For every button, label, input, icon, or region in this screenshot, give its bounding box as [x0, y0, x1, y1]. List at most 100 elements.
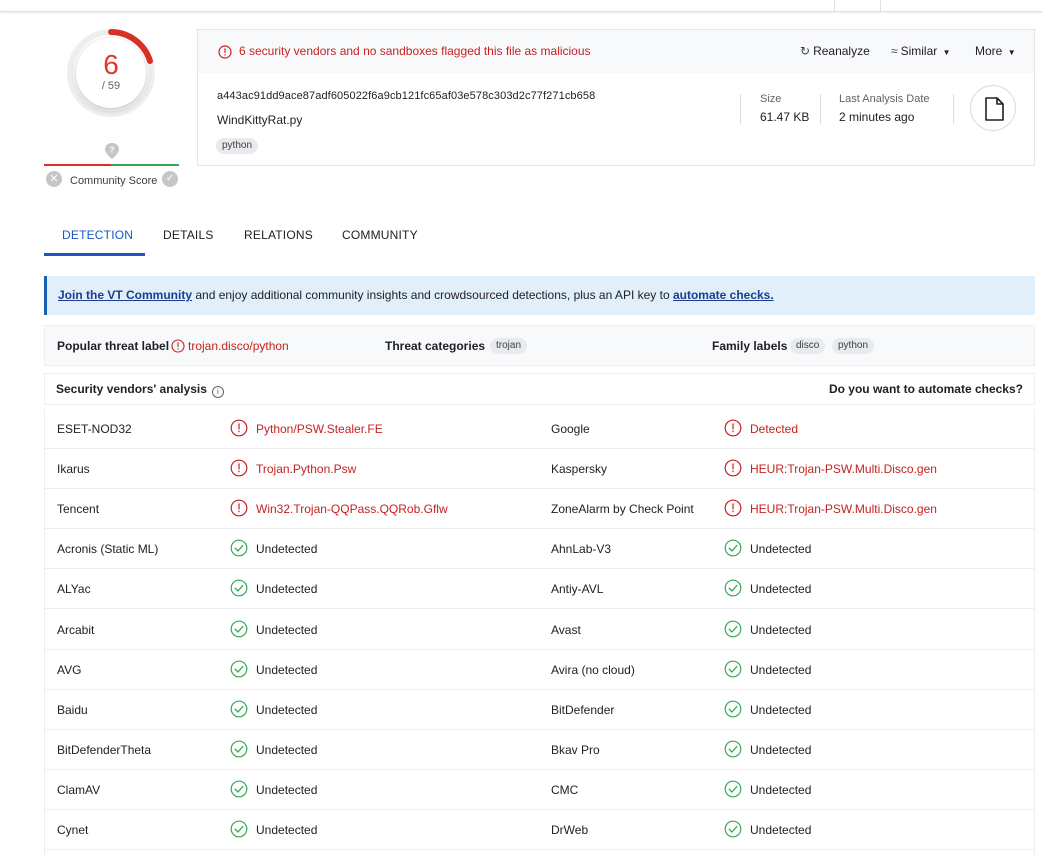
- vendor-name: Ikarus: [57, 462, 90, 477]
- check-circle-icon: [724, 539, 742, 557]
- tab-detection[interactable]: DETECTION: [62, 228, 133, 242]
- vendor-name: BitDefender: [551, 702, 615, 717]
- family-labels-label: Family labels: [712, 339, 788, 353]
- threat-category-tag[interactable]: trojan: [490, 338, 528, 354]
- undetected-result: Undetected: [750, 823, 812, 837]
- chevron-down-icon: ▼: [942, 48, 951, 57]
- vendors-analysis-label: Security vendors' analysis: [56, 382, 207, 396]
- vendor-row: Baidu Undetected BitDefender Undetected: [45, 690, 1034, 730]
- vendor-row: AVG Undetected Avira (no cloud) Undetect…: [45, 650, 1034, 690]
- divider: [740, 94, 741, 124]
- file-type-tag[interactable]: python: [216, 138, 259, 154]
- engines-total: / 59: [101, 80, 121, 92]
- undetected-result: Undetected: [256, 823, 318, 837]
- question-location-icon: ?: [105, 143, 119, 159]
- detection-result[interactable]: Trojan.Python.Psw: [256, 462, 356, 476]
- vendor-row: Acronis (Static ML) Undetected AhnLab-V3…: [45, 529, 1034, 570]
- size-label: Size: [760, 93, 782, 105]
- detection-result[interactable]: HEUR:Trojan-PSW.Multi.Disco.gen: [750, 502, 937, 516]
- popular-threat-value[interactable]: trojan.disco/python: [188, 339, 289, 353]
- vendor-name: DrWeb: [551, 823, 589, 837]
- vendor-name: Avast: [551, 622, 581, 637]
- undetected-result: Undetected: [256, 782, 318, 797]
- check-circle-icon: [230, 579, 248, 597]
- vendor-name: Tencent: [57, 502, 100, 517]
- vendor-name: Arcabit: [57, 622, 95, 637]
- join-community-link[interactable]: Join the VT Community: [58, 288, 192, 302]
- file-summary-card: 6 security vendors and no sandboxes flag…: [197, 29, 1035, 166]
- vendor-row: BitDefenderTheta Undetected Bkav Pro Und…: [45, 730, 1034, 770]
- info-icon[interactable]: i: [211, 386, 224, 398]
- family-tag[interactable]: disco: [790, 338, 826, 354]
- vendors-header: Security vendors' analysis i Do you want …: [44, 373, 1035, 405]
- vendor-name: CMC: [551, 782, 579, 797]
- check-circle-icon: [230, 660, 248, 677]
- file-type-icon: [970, 85, 1016, 131]
- vendor-name: BitDefenderTheta: [57, 742, 152, 757]
- score-center: 6 / 59: [76, 38, 146, 108]
- vendor-name: Antiy-AVL: [551, 582, 604, 597]
- last-analysis-value: 2 minutes ago: [839, 110, 915, 124]
- alert-circle-icon: [724, 419, 742, 437]
- tab-relations[interactable]: RELATIONS: [244, 228, 313, 242]
- threat-categories-label: Threat categories: [385, 339, 486, 353]
- vendor-name: ALYac: [57, 582, 91, 597]
- automate-checks-link[interactable]: automate checks.: [673, 288, 774, 302]
- similar-icon: ≈: [891, 44, 898, 58]
- file-hash[interactable]: a443ac91dd9ace87adf605022f6a9cb121fc65af…: [217, 90, 595, 102]
- detections-count: 6: [103, 49, 119, 80]
- similar-button[interactable]: ≈ Similar ▼: [891, 44, 951, 58]
- check-circle-icon: [724, 620, 742, 637]
- alert-circle-icon: [218, 45, 232, 59]
- file-name: WindKittyRat.py: [217, 113, 303, 127]
- community-banner: Join the VT Community and enjoy addition…: [44, 276, 1035, 315]
- similar-label: Similar: [900, 44, 938, 58]
- refresh-icon: ↻: [800, 44, 811, 58]
- check-circle-icon: [724, 740, 742, 758]
- check-circle-icon: [230, 780, 248, 798]
- detection-score-gauge: 6 / 59: [66, 28, 156, 118]
- alert-circle-icon: [230, 419, 248, 437]
- vendor-row: ALYac Undetected Antiy-AVL Undetected: [45, 569, 1034, 610]
- undetected-result: Undetected: [750, 742, 812, 757]
- reanalyze-button[interactable]: ↻ Reanalyze: [800, 44, 870, 58]
- community-score-bar: [44, 164, 179, 167]
- vendors-table: ESET-NOD32 Python/PSW.Stealer.FE Google …: [44, 409, 1035, 857]
- vendor-name: ZoneAlarm by Check Point: [551, 502, 694, 517]
- check-circle-icon: [724, 780, 742, 798]
- check-circle-icon: [724, 700, 742, 718]
- more-button[interactable]: More ▼: [975, 44, 1016, 58]
- detection-result[interactable]: Python/PSW.Stealer.FE: [256, 422, 383, 436]
- vendor-name: Kaspersky: [551, 462, 608, 477]
- detection-result[interactable]: Detected: [750, 422, 798, 436]
- active-tab-indicator: [44, 253, 145, 256]
- top-tab-stub[interactable]: [834, 0, 881, 12]
- last-analysis-label: Last Analysis Date: [839, 93, 930, 105]
- vendor-row: ClamAV Undetected CMC Undetected: [45, 770, 1034, 810]
- vendor-row: Cynet Undetected DrWeb Undetected: [45, 810, 1034, 850]
- vendor-row: Tencent Win32.Trojan-QQPass.QQRob.Gflw Z…: [45, 489, 1034, 530]
- vote-harmless-icon[interactable]: ✓: [162, 171, 178, 187]
- vendors-analysis-title: Security vendors' analysis i: [56, 382, 224, 398]
- banner-body: and enjoy additional community insights …: [192, 288, 673, 302]
- undetected-result: Undetected: [256, 742, 318, 757]
- check-circle-icon: [230, 700, 248, 718]
- alert-circle-icon: [230, 499, 248, 517]
- detection-result[interactable]: Win32.Trojan-QQPass.QQRob.Gflw: [256, 502, 448, 516]
- tab-details[interactable]: DETAILS: [163, 228, 214, 242]
- vendor-name: Cynet: [57, 823, 89, 837]
- automate-checks-prompt[interactable]: Do you want to automate checks?: [829, 382, 1023, 396]
- svg-text:?: ?: [110, 146, 115, 155]
- vote-malicious-icon[interactable]: ✕: [46, 171, 62, 187]
- vendor-name: ClamAV: [57, 782, 101, 797]
- detection-result[interactable]: HEUR:Trojan-PSW.Multi.Disco.gen: [750, 462, 937, 476]
- alert-circle-icon: [171, 339, 185, 353]
- check-circle-icon: [230, 539, 248, 557]
- undetected-result: Undetected: [256, 702, 318, 717]
- family-tag[interactable]: python: [832, 338, 875, 354]
- undetected-result: Undetected: [256, 662, 318, 677]
- vendor-row: Arcabit Undetected Avast Undetected: [45, 610, 1034, 650]
- undetected-result: Undetected: [256, 582, 318, 597]
- undetected-result: Undetected: [750, 582, 812, 597]
- tab-community[interactable]: COMMUNITY: [342, 228, 418, 242]
